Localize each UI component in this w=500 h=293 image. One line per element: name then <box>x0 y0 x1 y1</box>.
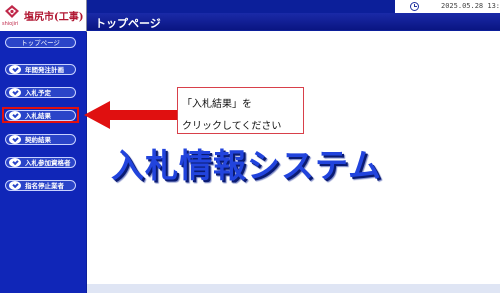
sidebar-item-top[interactable]: トップページ <box>5 37 76 48</box>
sidebar-item-contract-results[interactable]: 契約結果 <box>5 134 76 145</box>
status-bar: 2025.05.28 13:37 <box>395 0 500 14</box>
sidebar-item-label: 契約結果 <box>25 136 51 144</box>
pointer-arrow-icon <box>84 101 179 129</box>
city-emblem-icon <box>5 5 19 18</box>
logo-subtext: shiojiri <box>2 21 19 27</box>
sidebar-item-label: 入札参加資格者 <box>25 159 71 167</box>
check-icon <box>9 181 21 190</box>
sidebar-item-label: 指名停止業者 <box>25 182 64 190</box>
check-icon <box>9 158 21 167</box>
sidebar-item-qualified-bidders[interactable]: 入札参加資格者 <box>5 157 76 168</box>
highlight-box <box>2 107 79 123</box>
sidebar-item-bid-schedule[interactable]: 入札予定 <box>5 87 76 98</box>
instruction-callout: 「入札結果」を クリックしてください <box>177 87 304 134</box>
sidebar-item-label: 入札予定 <box>25 89 51 97</box>
check-icon <box>9 88 21 97</box>
bottom-strip <box>87 284 500 293</box>
system-title: 入札情報システム <box>111 146 383 185</box>
check-icon <box>9 135 21 144</box>
logo-name: 塩尻市(工事) <box>24 12 84 23</box>
sidebar-item-suspended-vendors[interactable]: 指名停止業者 <box>5 180 76 191</box>
sidebar-item-label: 年間発注計画 <box>25 66 64 74</box>
callout-line-2: クリックしてください <box>182 121 282 132</box>
check-icon <box>9 65 21 74</box>
sidebar-item-annual-plan[interactable]: 年間発注計画 <box>5 64 76 75</box>
datetime: 2025.05.28 13:37 <box>441 2 500 10</box>
clock-icon <box>410 2 419 11</box>
page-header: トップページ <box>87 13 500 30</box>
page-title: トップページ <box>95 17 161 30</box>
callout-line-1: 「入札結果」を <box>182 99 252 110</box>
sidebar-item-label: トップページ <box>21 39 60 47</box>
logo: shiojiri 塩尻市(工事) <box>0 0 87 32</box>
